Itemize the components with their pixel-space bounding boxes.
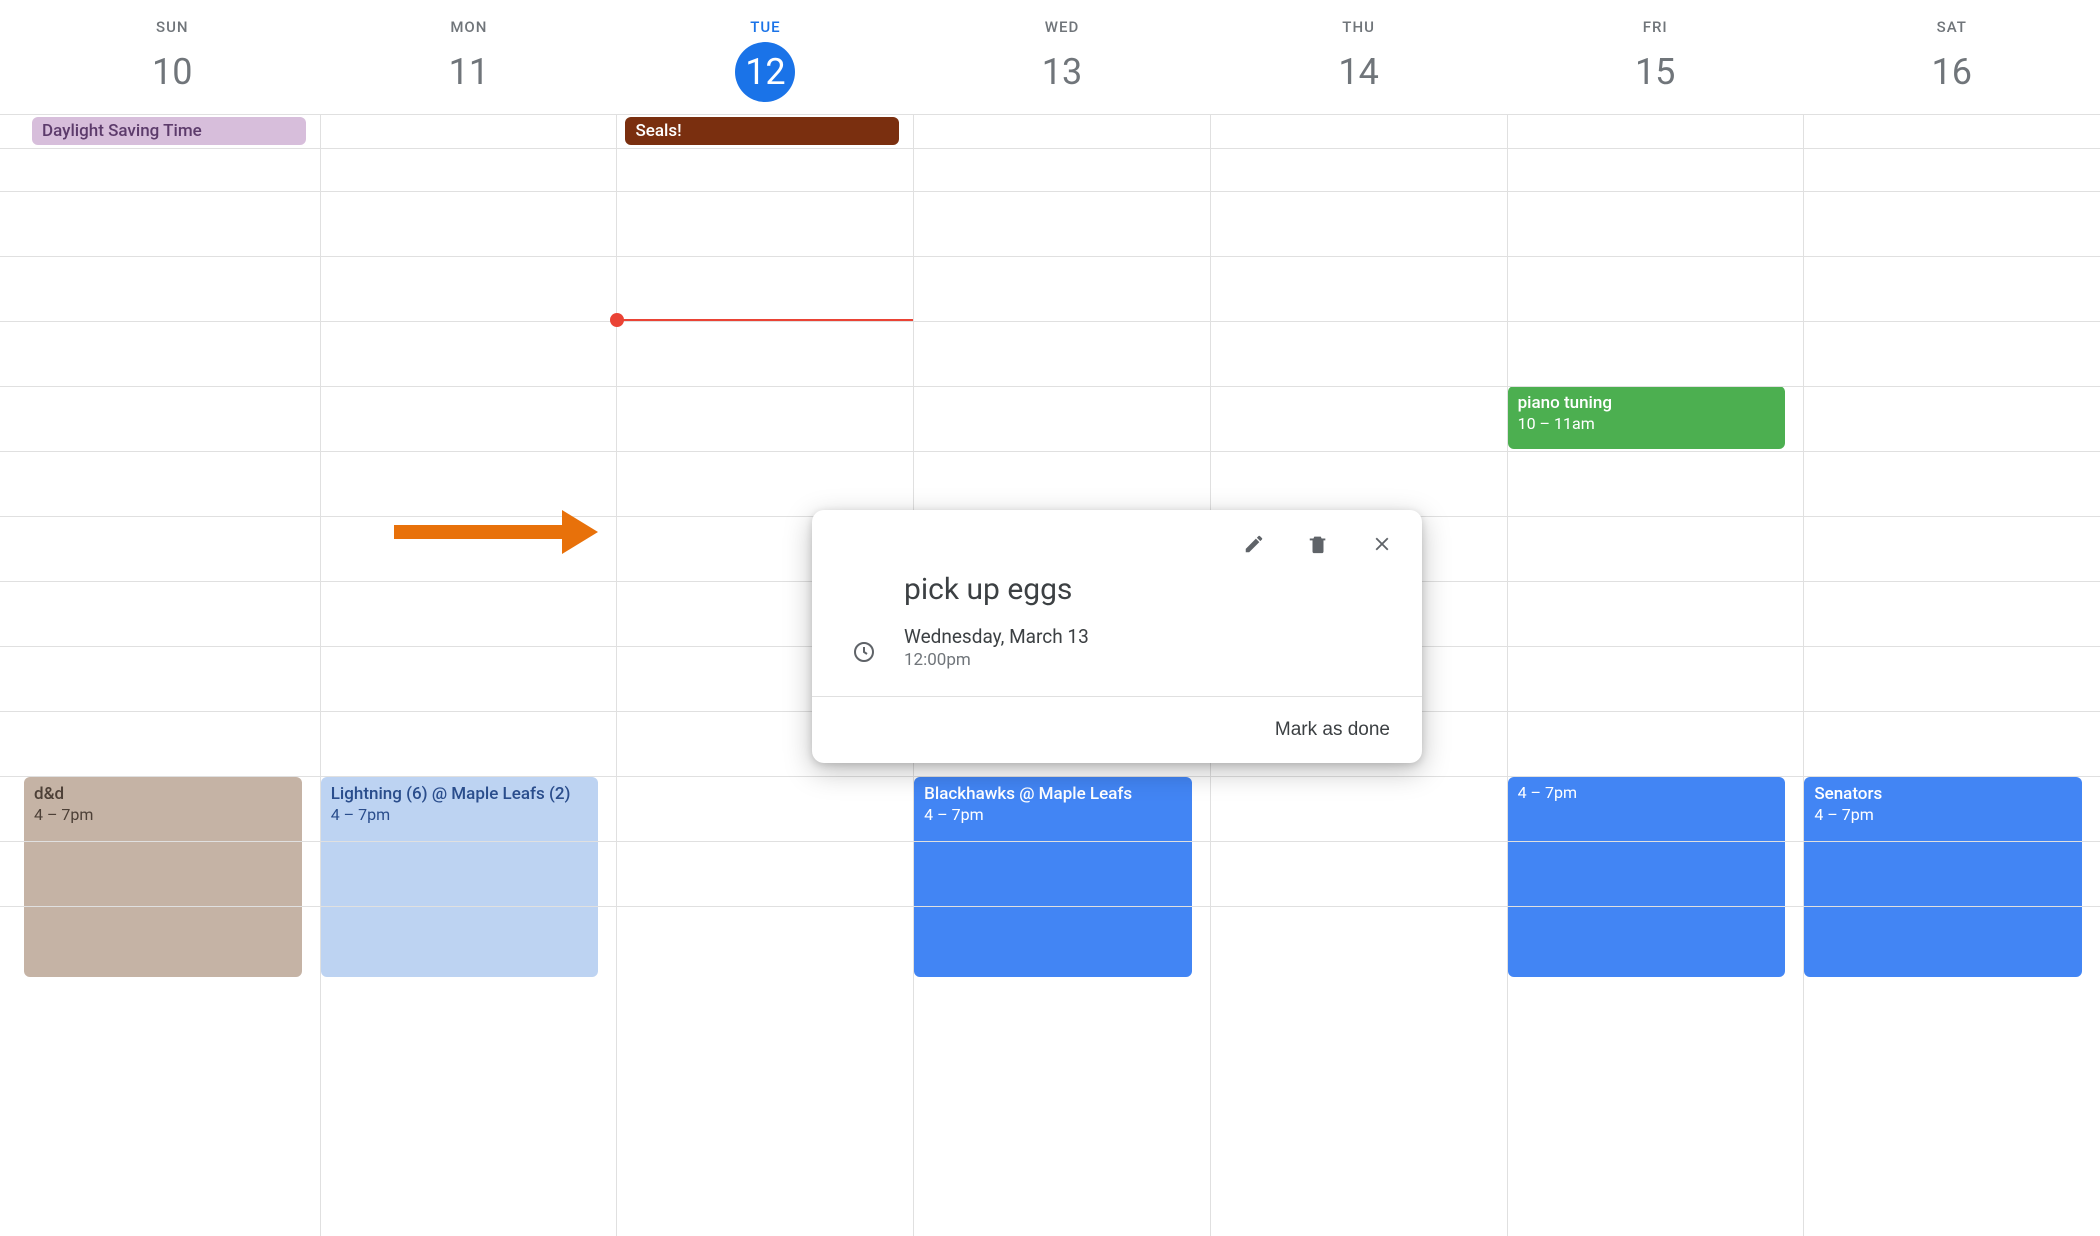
hour-line: [0, 386, 2100, 387]
day-header-thu[interactable]: THU 14: [1210, 0, 1507, 114]
hour-line: [0, 256, 2100, 257]
day-abbr: FRI: [1507, 18, 1804, 36]
arrow-head-icon: [562, 510, 598, 554]
popup-date: Wednesday, March 13: [904, 625, 1382, 648]
event-blackhawks[interactable]: Blackhawks @ Maple Leafs 4 – 7pm: [914, 777, 1192, 977]
event-time: 4 – 7pm: [1518, 783, 1776, 804]
allday-cell[interactable]: [1210, 115, 1507, 148]
event-senators[interactable]: Senators 4 – 7pm: [1804, 777, 2082, 977]
hour-line: [0, 776, 2100, 777]
day-header-sat[interactable]: SAT 16: [1803, 0, 2100, 114]
day-number: 16: [1922, 42, 1982, 102]
allday-event-dst[interactable]: Daylight Saving Time: [32, 117, 306, 145]
day-header-sun[interactable]: SUN 10: [24, 0, 321, 114]
day-column-sun[interactable]: d&d 4 – 7pm: [24, 149, 320, 1236]
day-header-tue[interactable]: TUE 12: [617, 0, 914, 114]
event-piano-tuning[interactable]: piano tuning 10 – 11am: [1508, 386, 1786, 449]
event-time: 10 – 11am: [1518, 414, 1776, 435]
day-column-mon[interactable]: Lightning (6) @ Maple Leafs (2) 4 – 7pm: [320, 149, 617, 1236]
event-title: d&d: [34, 783, 292, 805]
day-column-sat[interactable]: Senators 4 – 7pm: [1803, 149, 2100, 1236]
allday-cell[interactable]: [320, 115, 617, 148]
arrow-body: [394, 525, 564, 539]
day-abbr: TUE: [617, 18, 914, 36]
day-abbr: MON: [321, 18, 618, 36]
popup-toolbar: [812, 510, 1422, 562]
now-dot-icon: [610, 313, 624, 327]
day-abbr: WED: [914, 18, 1211, 36]
popup-footer: Mark as done: [812, 696, 1422, 763]
event-time: 4 – 7pm: [924, 805, 1182, 826]
event-lightning[interactable]: Lightning (6) @ Maple Leafs (2) 4 – 7pm: [321, 777, 599, 977]
popup-body: pick up eggs Wednesday, March 13 12:00pm: [812, 562, 1422, 696]
day-number: 12: [735, 42, 795, 102]
edit-button[interactable]: [1236, 526, 1272, 562]
mark-as-done-button[interactable]: Mark as done: [1265, 713, 1400, 747]
day-column-fri[interactable]: piano tuning 10 – 11am 4 – 7pm: [1507, 149, 1804, 1236]
hour-line: [0, 906, 2100, 907]
day-header-wed[interactable]: WED 13: [914, 0, 1211, 114]
day-abbr: THU: [1210, 18, 1507, 36]
allday-cell[interactable]: [1507, 115, 1804, 148]
event-title: Blackhawks @ Maple Leafs: [924, 783, 1182, 805]
day-number: 14: [1329, 42, 1389, 102]
annotation-arrow: [394, 510, 614, 554]
allday-cell[interactable]: [913, 115, 1210, 148]
allday-cell[interactable]: Daylight Saving Time: [24, 115, 320, 148]
now-indicator: [617, 319, 913, 321]
event-title: Lightning (6) @ Maple Leafs (2): [331, 783, 589, 805]
event-time: 4 – 7pm: [331, 805, 589, 826]
event-title: Senators: [1814, 783, 2072, 805]
event-time: 4 – 7pm: [1814, 805, 2072, 826]
event-dd[interactable]: d&d 4 – 7pm: [24, 777, 302, 977]
day-header-fri[interactable]: FRI 15: [1507, 0, 1804, 114]
day-header-mon[interactable]: MON 11: [321, 0, 618, 114]
hour-line: [0, 191, 2100, 192]
hour-line: [0, 321, 2100, 322]
allday-cell[interactable]: [1803, 115, 2100, 148]
day-number: 10: [142, 42, 202, 102]
hour-line: [0, 451, 2100, 452]
clock-icon: [852, 640, 876, 664]
day-number: 11: [439, 42, 499, 102]
allday-event-seals[interactable]: Seals!: [625, 117, 899, 145]
event-fri-partial[interactable]: 4 – 7pm: [1508, 777, 1786, 977]
allday-row: Daylight Saving Time Seals!: [0, 115, 2100, 149]
hour-line: [0, 841, 2100, 842]
allday-cell[interactable]: Seals!: [616, 115, 913, 148]
day-number: 13: [1032, 42, 1092, 102]
popup-title: pick up eggs: [904, 572, 1382, 607]
day-abbr: SUN: [24, 18, 321, 36]
day-number: 15: [1625, 42, 1685, 102]
event-title: piano tuning: [1518, 392, 1776, 414]
delete-button[interactable]: [1300, 526, 1336, 562]
day-headers: SUN 10 MON 11 TUE 12 WED 13 THU 14 FRI 1…: [0, 0, 2100, 115]
event-time: 4 – 7pm: [34, 805, 292, 826]
popup-time: 12:00pm: [904, 650, 1382, 670]
close-button[interactable]: [1364, 526, 1400, 562]
day-abbr: SAT: [1803, 18, 2100, 36]
task-detail-popup: pick up eggs Wednesday, March 13 12:00pm…: [812, 510, 1422, 763]
